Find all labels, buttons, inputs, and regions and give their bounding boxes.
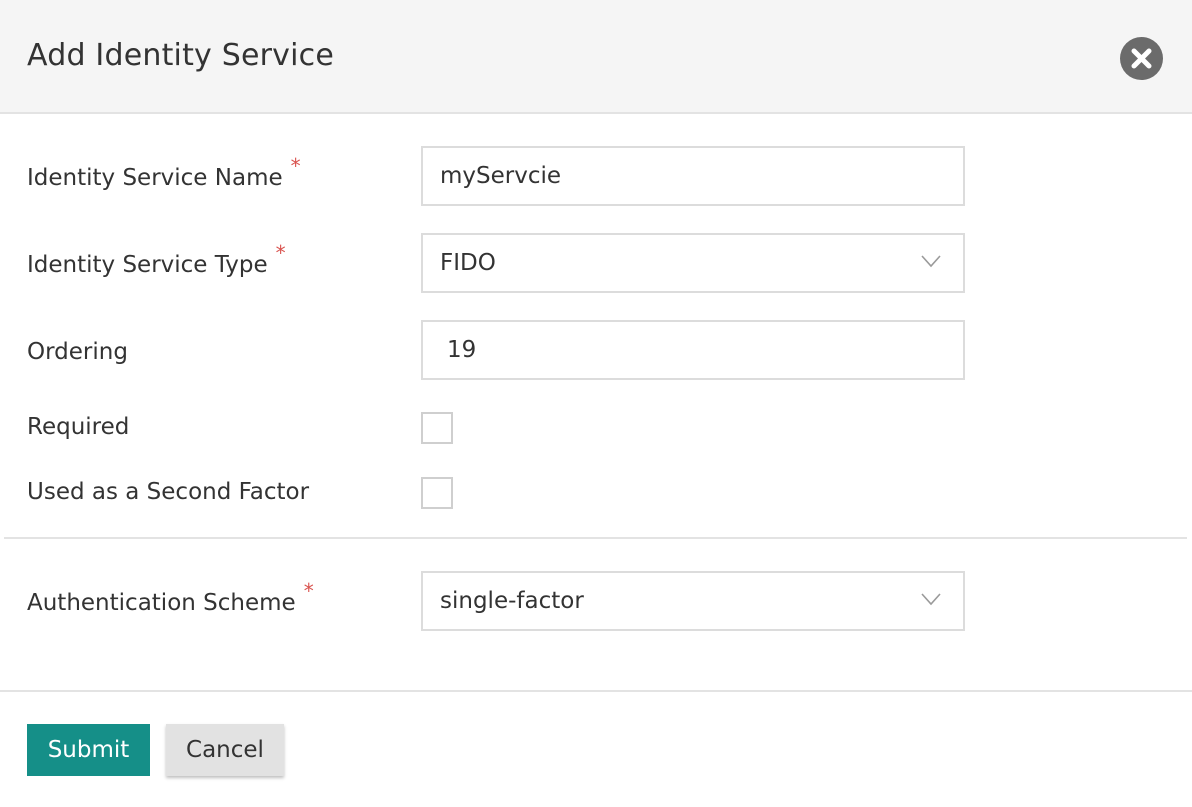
identity-service-type-select[interactable]: FIDO <box>421 233 965 293</box>
add-identity-service-dialog: Add Identity Service Identity Service Na… <box>0 0 1192 807</box>
second-factor-label: Used as a Second Factor <box>27 479 310 505</box>
footer-divider <box>0 690 1192 692</box>
identity-service-type-label: Identity Service Type * <box>27 241 286 278</box>
identity-service-name-value: myServcie <box>440 163 562 189</box>
ordering-label: Ordering <box>27 339 128 365</box>
submit-button[interactable]: Submit <box>27 724 150 776</box>
identity-service-type-value: FIDO <box>440 250 496 276</box>
close-icon <box>1131 48 1152 69</box>
required-marker: * <box>275 241 286 265</box>
second-factor-checkbox[interactable] <box>421 477 453 509</box>
dialog-title: Add Identity Service <box>27 38 335 73</box>
authentication-scheme-select[interactable]: single-factor <box>421 571 965 631</box>
close-button[interactable] <box>1120 37 1163 80</box>
authentication-scheme-label: Authentication Scheme * <box>27 579 314 616</box>
ordering-value: 19 <box>447 337 477 363</box>
chevron-down-icon <box>921 593 941 606</box>
identity-service-name-label: Identity Service Name * <box>27 154 301 191</box>
required-label: Required <box>27 414 130 440</box>
chevron-down-icon <box>921 255 941 268</box>
required-marker: * <box>290 154 301 178</box>
dialog-header: Add Identity Service <box>0 0 1192 114</box>
required-checkbox[interactable] <box>421 412 453 444</box>
authentication-scheme-value: single-factor <box>440 588 584 614</box>
cancel-button[interactable]: Cancel <box>166 724 284 776</box>
section-divider <box>4 537 1187 539</box>
required-marker: * <box>303 579 314 603</box>
ordering-input[interactable]: 19 <box>421 320 965 380</box>
identity-service-name-input[interactable]: myServcie <box>421 146 965 206</box>
